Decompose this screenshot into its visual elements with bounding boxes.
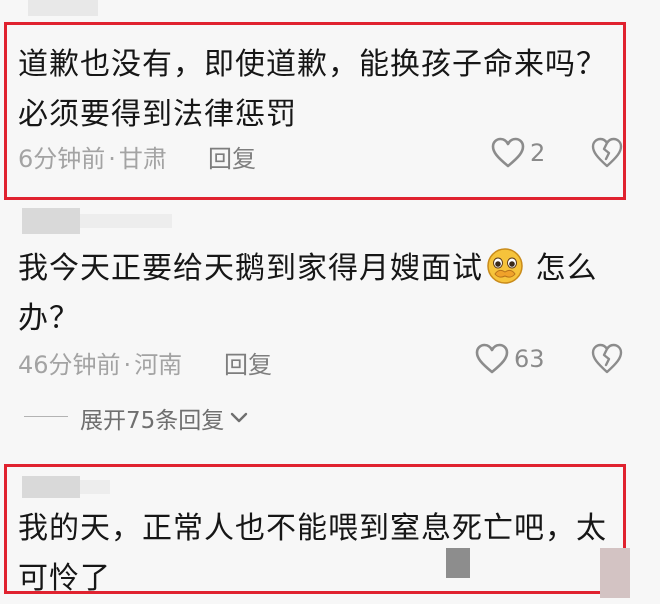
censor-block-light — [600, 548, 630, 598]
meta-separator: · — [123, 351, 132, 379]
comment-2-reply-button[interactable]: 回复 — [224, 345, 272, 380]
comment-1-meta: 6分钟前 · 甘肃 — [18, 139, 167, 174]
heart-icon[interactable] — [490, 137, 526, 169]
comment-2-location: 河南 — [134, 351, 183, 379]
meta-separator: · — [108, 145, 116, 173]
comment-2-text: 我今天正要给天鹅到家得月嫂面试 怎么办？ — [18, 244, 618, 344]
comment-2-text-part1: 我今天正要给天鹅到家得月嫂面试 — [18, 251, 483, 286]
censor-block — [446, 548, 470, 578]
comment-1-reply-button[interactable]: 回复 — [208, 139, 256, 174]
expand-replies-label: 展开75条回复 — [80, 408, 225, 434]
crying-face-emoji — [485, 246, 525, 286]
blurred-username-3 — [22, 476, 80, 498]
comment-2-time: 46分钟前 — [18, 351, 121, 379]
comment-1-like-count: 2 — [530, 139, 546, 167]
heart-icon[interactable] — [474, 343, 510, 375]
comment-3-text: 我的天，正常人也不能喂到窒息死亡吧，太可怜了 — [18, 511, 607, 596]
broken-heart-icon[interactable] — [590, 343, 624, 375]
broken-heart-icon[interactable] — [590, 137, 624, 169]
blurred-name-tail-3 — [80, 480, 110, 494]
chevron-down-icon — [230, 411, 248, 425]
blurred-username-top — [28, 0, 98, 16]
comment-2-meta: 46分钟前 · 河南 — [18, 345, 182, 380]
blurred-name-tail-2 — [80, 214, 172, 228]
comment-1-time: 6分钟前 — [18, 145, 106, 173]
expand-replies-button[interactable]: 展开75条回复 — [80, 401, 248, 435]
expand-replies-divider — [24, 416, 68, 417]
comment-1-text: 道歉也没有，即使道歉，能换孩子命来吗？必须要得到法律惩罚 — [18, 47, 607, 132]
comment-1-location: 甘肃 — [118, 145, 167, 173]
blurred-username-2 — [22, 208, 80, 234]
comment-2-like-count: 63 — [514, 345, 545, 373]
